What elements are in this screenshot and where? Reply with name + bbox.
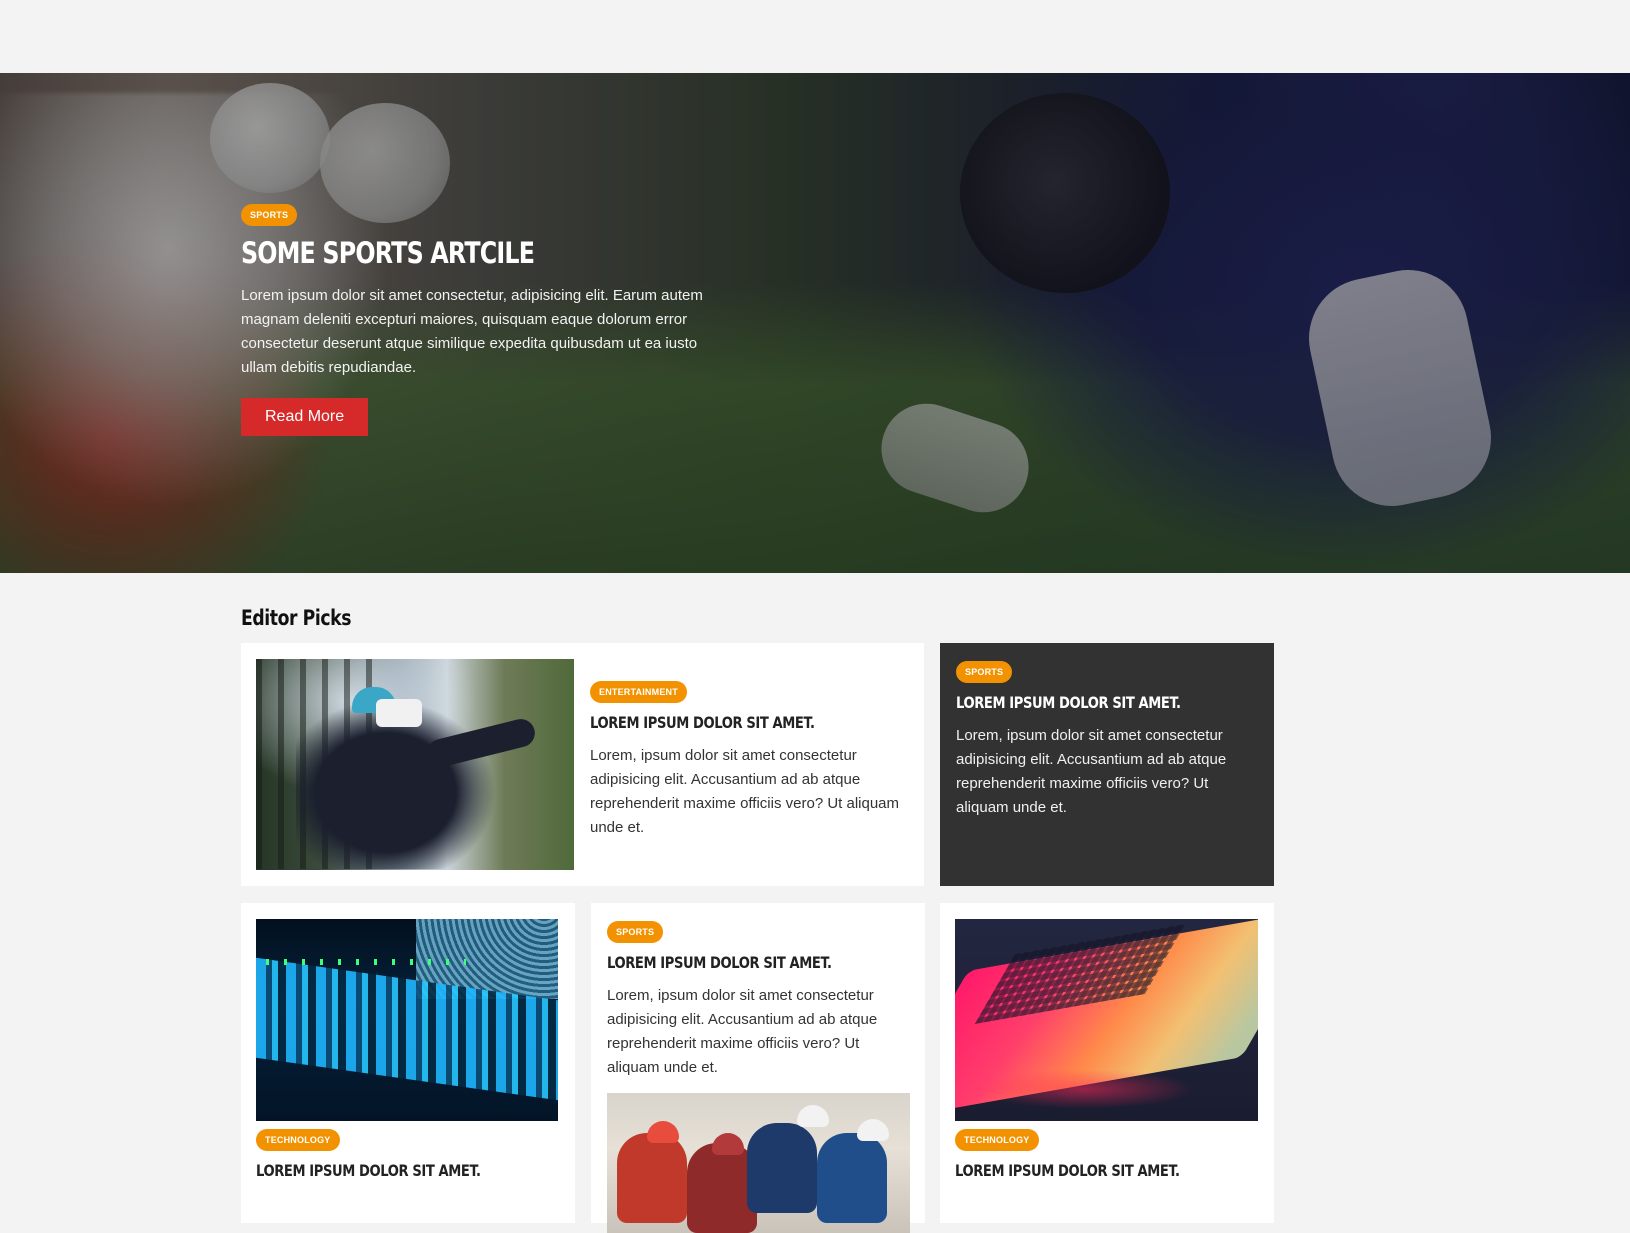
category-badge[interactable]: Technology: [256, 1129, 340, 1151]
image-detail: [747, 1123, 817, 1213]
card-title[interactable]: Lorem ipsum dolor sit amet.: [256, 1161, 502, 1180]
editor-pick-card[interactable]: Sports Lorem ipsum dolor sit amet. Lorem…: [940, 643, 1274, 886]
editor-pick-card[interactable]: Technology Lorem ipsum dolor sit amet.: [241, 903, 575, 1223]
image-detail: [617, 1133, 687, 1223]
category-badge[interactable]: Entertainment: [590, 681, 687, 703]
editor-pick-card[interactable]: Entertainment Lorem ipsum dolor sit amet…: [241, 643, 924, 886]
read-more-button[interactable]: Read More: [241, 398, 369, 436]
hero-text: Lorem ipsum dolor sit amet consectetur, …: [241, 287, 703, 376]
card-text: Lorem, ipsum dolor sit amet consectetur …: [590, 747, 900, 836]
hero-category-badge[interactable]: Sports: [241, 204, 298, 226]
image-detail: [712, 1133, 744, 1155]
editor-pick-card[interactable]: Sports Lorem ipsum dolor sit amet. Lorem…: [591, 903, 925, 1233]
rgb-laptop-image[interactable]: [955, 919, 1258, 1121]
card-title[interactable]: Lorem ipsum dolor sit amet.: [607, 953, 853, 972]
editor-pick-card[interactable]: Technology Lorem ipsum dolor sit amet.: [940, 903, 1274, 1223]
vr-headset-image[interactable]: [256, 659, 574, 870]
hero-banner: Sports Some Sports Artcile Lorem ipsum d…: [0, 73, 1630, 573]
cyclists-image[interactable]: [607, 1093, 910, 1233]
hero-content: Sports Some Sports Artcile Lorem ipsum d…: [241, 204, 731, 436]
top-bar: [0, 0, 1630, 73]
image-detail: [647, 1121, 679, 1143]
image-detail: [817, 1133, 887, 1223]
card-title[interactable]: Lorem ipsum dolor sit amet.: [590, 713, 844, 732]
hero-title[interactable]: Some Sports Artcile: [241, 236, 643, 270]
editor-picks-title: Editor Picks: [241, 606, 352, 630]
card-text: Lorem, ipsum dolor sit amet consectetur …: [607, 987, 878, 1076]
card-title[interactable]: Lorem ipsum dolor sit amet.: [956, 693, 1202, 712]
image-detail: [266, 959, 466, 965]
image-detail: [975, 1069, 1195, 1109]
card-text: Lorem, ipsum dolor sit amet consectetur …: [956, 727, 1227, 816]
category-badge[interactable]: Sports: [956, 661, 1013, 683]
card-title[interactable]: Lorem ipsum dolor sit amet.: [955, 1161, 1201, 1180]
image-detail: [797, 1105, 829, 1127]
image-detail: [376, 699, 422, 727]
category-badge[interactable]: Sports: [607, 921, 664, 943]
image-detail: [857, 1119, 889, 1141]
category-badge[interactable]: Technology: [955, 1129, 1039, 1151]
server-rack-image[interactable]: [256, 919, 558, 1121]
